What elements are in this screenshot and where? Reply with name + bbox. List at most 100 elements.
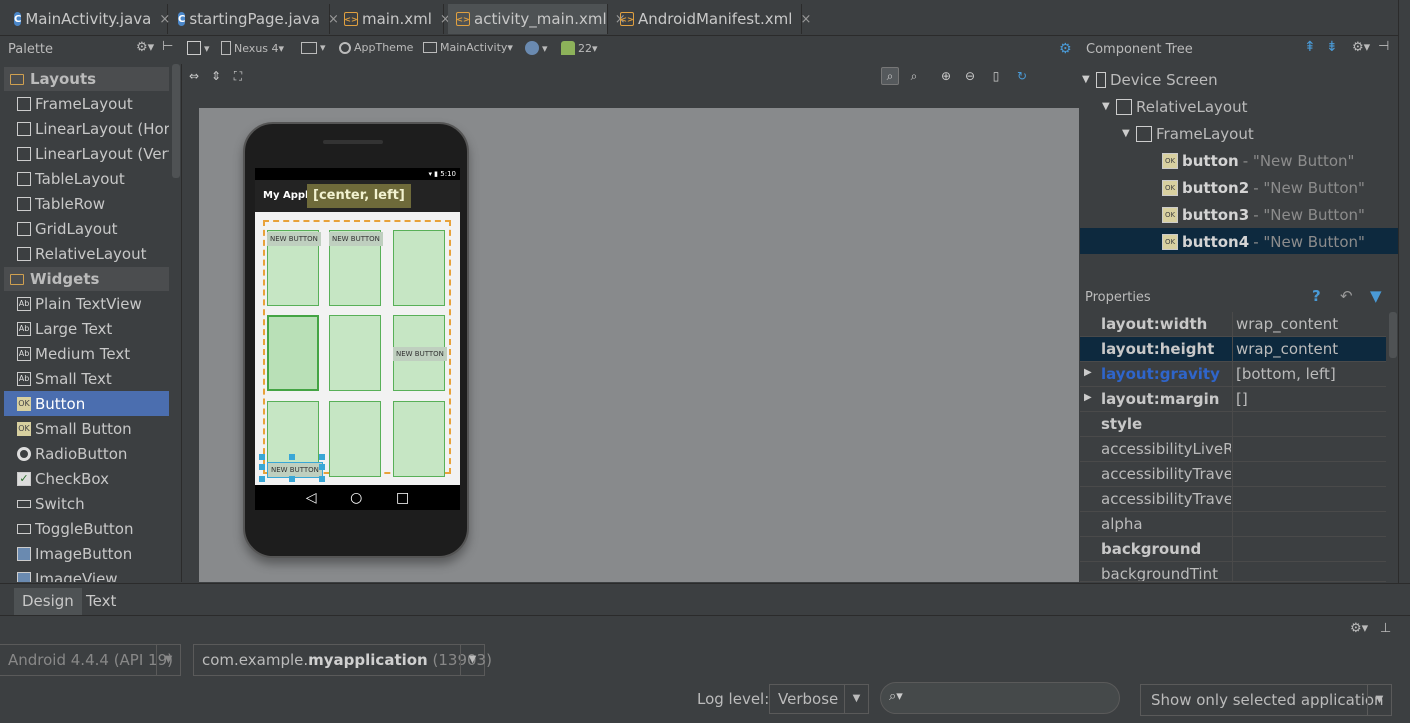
tree-node-relativelayout[interactable]: ▼ RelativeLayout: [1102, 94, 1247, 119]
palette-item-large-text[interactable]: Ab Large Text: [4, 316, 169, 341]
api-level-selector[interactable]: 22 ▾: [561, 41, 598, 55]
fit-height-icon[interactable]: ⇕: [207, 67, 225, 85]
palette-item-gridlayout[interactable]: GridLayout: [4, 216, 169, 241]
resize-handle[interactable]: [289, 454, 295, 460]
palette-item-plain-textview[interactable]: Ab Plain TextView: [4, 291, 169, 316]
expand-arrow-icon[interactable]: ▶: [1084, 367, 1092, 378]
property-row[interactable]: style: [1080, 412, 1386, 437]
property-row[interactable]: background: [1080, 537, 1386, 562]
palette-item-tablerow[interactable]: TableRow: [4, 191, 169, 216]
palette-item-relativelayout[interactable]: RelativeLayout: [4, 241, 169, 266]
properties-scrollbar[interactable]: [1389, 312, 1397, 358]
palette-category-widgets[interactable]: Widgets: [4, 267, 169, 291]
tab-activity-main-xml[interactable]: <> activity_main.xml ×: [448, 4, 626, 34]
palette-item-small-text[interactable]: Ab Small Text: [4, 366, 169, 391]
property-row-selected[interactable]: layout:height wrap_content: [1080, 337, 1386, 362]
help-icon[interactable]: ?: [1312, 287, 1321, 305]
gear-icon[interactable]: ⚙▾: [1350, 621, 1368, 636]
tab-startingpage-java[interactable]: C startingPage.java ×: [170, 4, 339, 34]
resize-handle[interactable]: [259, 476, 265, 482]
preview-button-1[interactable]: NEW BUTTON: [267, 232, 321, 246]
orientation-button[interactable]: ▾: [301, 41, 326, 54]
collapse-all-icon[interactable]: ⇟: [1326, 39, 1338, 55]
tab-text[interactable]: Text: [78, 588, 124, 615]
palette-item-medium-text[interactable]: Ab Medium Text: [4, 341, 169, 366]
property-row[interactable]: backgroundTint: [1080, 562, 1386, 582]
palette-item-checkbox[interactable]: ✓ CheckBox: [4, 466, 169, 491]
theme-selector[interactable]: AppTheme: [339, 41, 413, 54]
palette-item-imagebutton[interactable]: ImageButton: [4, 541, 169, 566]
preview-button-3[interactable]: NEW BUTTON: [393, 347, 447, 361]
fit-width-icon[interactable]: ⇔: [185, 67, 203, 85]
zoom-out-icon[interactable]: ⊖: [961, 67, 979, 85]
palette-item-switch[interactable]: Switch: [4, 491, 169, 516]
property-row[interactable]: accessibilityLiveReg: [1080, 437, 1386, 462]
expand-arrow-icon[interactable]: ▶: [1084, 392, 1092, 403]
expand-all-icon[interactable]: ⇞: [1304, 39, 1316, 55]
resize-handle[interactable]: [319, 454, 325, 460]
tab-main-xml[interactable]: <> main.xml ×: [336, 4, 451, 34]
tab-mainactivity-java[interactable]: C MainActivity.java ×: [6, 4, 170, 34]
resize-handle[interactable]: [319, 476, 325, 482]
screenshot-icon[interactable]: ▯: [987, 67, 1005, 85]
layout-variants-button[interactable]: ▾: [187, 41, 210, 55]
property-row[interactable]: ▶ layout:margin []: [1080, 387, 1386, 412]
property-row[interactable]: accessibilityTraversa: [1080, 487, 1386, 512]
expand-icon[interactable]: ⛶: [229, 67, 247, 85]
device-selector[interactable]: Nexus 4 ▾: [221, 41, 284, 55]
filter-dropdown[interactable]: Show only selected application ▼: [1140, 684, 1392, 716]
hide-panel-icon[interactable]: ⊢: [162, 39, 173, 54]
palette-item-imageview[interactable]: ImageView: [4, 566, 169, 582]
resize-handle[interactable]: [289, 476, 295, 482]
palette-item-linearlayout-vertical[interactable]: LinearLayout (Vertic: [4, 141, 169, 166]
close-icon[interactable]: ×: [800, 12, 811, 27]
process-dropdown[interactable]: com.example.myapplication (13903) ▼: [193, 644, 492, 676]
minimize-icon[interactable]: ⊥: [1380, 621, 1391, 636]
locale-selector[interactable]: ▾: [525, 41, 548, 55]
palette-item-button[interactable]: OK Button: [4, 391, 169, 416]
preview-button-2[interactable]: NEW BUTTON: [329, 232, 383, 246]
log-level-dropdown[interactable]: Verbose ▼: [769, 684, 869, 714]
property-row[interactable]: alpha: [1080, 512, 1386, 537]
collapse-arrow-icon[interactable]: ▼: [1082, 74, 1096, 85]
property-row[interactable]: accessibilityTraversa: [1080, 462, 1386, 487]
palette-item-tablelayout[interactable]: TableLayout: [4, 166, 169, 191]
tree-node-framelayout[interactable]: ▼ FrameLayout: [1122, 121, 1254, 146]
zoom-actual-icon[interactable]: ⌕: [881, 67, 899, 85]
tree-node-button4[interactable]: OK button4- "New Button": [1162, 229, 1365, 254]
tab-design[interactable]: Design: [14, 588, 82, 615]
palette-item-framelayout[interactable]: FrameLayout: [4, 91, 169, 116]
property-value[interactable]: []: [1236, 390, 1248, 408]
palette-item-small-button[interactable]: OK Small Button: [4, 416, 169, 441]
collapse-arrow-icon[interactable]: ▼: [1102, 101, 1116, 112]
property-value[interactable]: [bottom, left]: [1236, 365, 1336, 383]
palette-item-togglebutton[interactable]: ToggleButton: [4, 516, 169, 541]
tab-androidmanifest-xml[interactable]: <> AndroidManifest.xml ×: [612, 4, 811, 34]
close-icon[interactable]: ×: [159, 12, 170, 27]
property-value[interactable]: wrap_content: [1236, 315, 1338, 333]
settings-icon[interactable]: ⚙: [1059, 41, 1072, 57]
palette-scrollbar[interactable]: [172, 64, 180, 178]
device-dropdown[interactable]: Android 4.4.4 (API 19) ▼: [0, 644, 181, 676]
property-row[interactable]: ▶ layout:gravity [bottom, left]: [1080, 362, 1386, 387]
property-row[interactable]: layout:width wrap_content: [1080, 312, 1386, 337]
resize-handle[interactable]: [319, 464, 325, 470]
tree-node-button[interactable]: OK button - "New Button": [1162, 148, 1354, 173]
design-canvas[interactable]: ▾ ▮ 5:10 My Applic [center, left] NEW BU…: [199, 108, 1079, 582]
tree-node-button3[interactable]: OK button3- "New Button": [1162, 202, 1365, 227]
gear-icon[interactable]: ⚙▾: [136, 40, 154, 55]
zoom-in-icon[interactable]: ⊕: [937, 67, 955, 85]
property-value[interactable]: wrap_content: [1236, 340, 1338, 358]
palette-item-linearlayout-horizontal[interactable]: LinearLayout (Horizo: [4, 116, 169, 141]
gear-icon[interactable]: ⚙▾: [1352, 40, 1370, 55]
collapse-arrow-icon[interactable]: ▼: [1122, 128, 1136, 139]
refresh-icon[interactable]: ↻: [1013, 67, 1031, 85]
zoom-fit-icon[interactable]: ⌕: [905, 67, 923, 85]
resize-handle[interactable]: [259, 454, 265, 460]
undo-icon[interactable]: ↶: [1340, 287, 1353, 305]
filter-icon[interactable]: ▼: [1370, 287, 1382, 305]
tree-node-device-screen[interactable]: ▼ Device Screen: [1082, 67, 1218, 92]
hide-panel-icon[interactable]: ⊣: [1378, 39, 1389, 54]
palette-item-radiobutton[interactable]: RadioButton: [4, 441, 169, 466]
activity-selector[interactable]: MainActivity ▾: [423, 41, 513, 54]
